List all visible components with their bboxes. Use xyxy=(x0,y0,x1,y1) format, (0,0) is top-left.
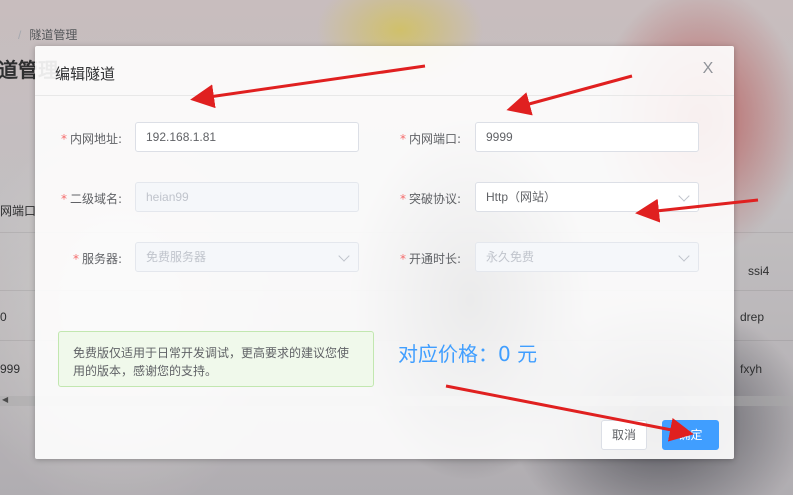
form-item-protocol: * 突破协议: xyxy=(400,190,461,207)
subdomain-label: * 二级域名: xyxy=(61,192,123,206)
dialog-title: 编辑隧道 xyxy=(55,65,116,83)
protocol-selected-value: Http（网站） xyxy=(486,190,557,204)
subdomain-input: heian99 xyxy=(135,182,359,212)
duration-label: * 开通时长: xyxy=(400,252,462,266)
confirm-button[interactable]: 确定 xyxy=(662,420,719,450)
cancel-button[interactable]: 取消 xyxy=(601,420,647,450)
server-select: 免费服务器 xyxy=(135,242,359,272)
form-item-duration: * 开通时长: xyxy=(400,250,461,267)
form-item-lan-port: * 内网端口: xyxy=(400,130,461,147)
lan-address-input[interactable]: 192.168.1.81 xyxy=(135,122,359,152)
protocol-label: * 突破协议: xyxy=(400,192,462,206)
chevron-down-icon xyxy=(678,250,690,262)
lan-port-label: * 内网端口: xyxy=(400,132,462,146)
duration-selected-value: 永久免费 xyxy=(486,250,535,264)
server-selected-value: 免费服务器 xyxy=(146,250,207,264)
lan-address-label: * 内网地址: xyxy=(61,132,123,146)
dialog-header: 编辑隧道 X xyxy=(35,46,734,96)
server-label: * 服务器: xyxy=(73,252,123,266)
form-item-lan-address: * 内网地址: xyxy=(61,130,122,147)
chevron-down-icon[interactable] xyxy=(678,190,690,202)
protocol-select[interactable]: Http（网站） xyxy=(475,182,699,212)
close-icon[interactable]: X xyxy=(700,60,716,78)
form-item-subdomain: * 二级域名: xyxy=(61,190,122,207)
chevron-down-icon xyxy=(338,250,350,262)
edit-tunnel-dialog: 编辑隧道 X * 内网地址: 192.168.1.81 * 内网端口: 9999 *… xyxy=(35,46,734,459)
duration-select: 永久免费 xyxy=(475,242,699,272)
lan-port-input[interactable]: 9999 xyxy=(475,122,699,152)
free-version-notice: 免费版仅适用于日常开发调试，更高要求的建议您使用的版本，感谢您的支持。 xyxy=(58,331,374,387)
form-item-server: * 服务器: xyxy=(73,250,122,267)
price-display: 对应价格：0 元 xyxy=(398,342,538,366)
